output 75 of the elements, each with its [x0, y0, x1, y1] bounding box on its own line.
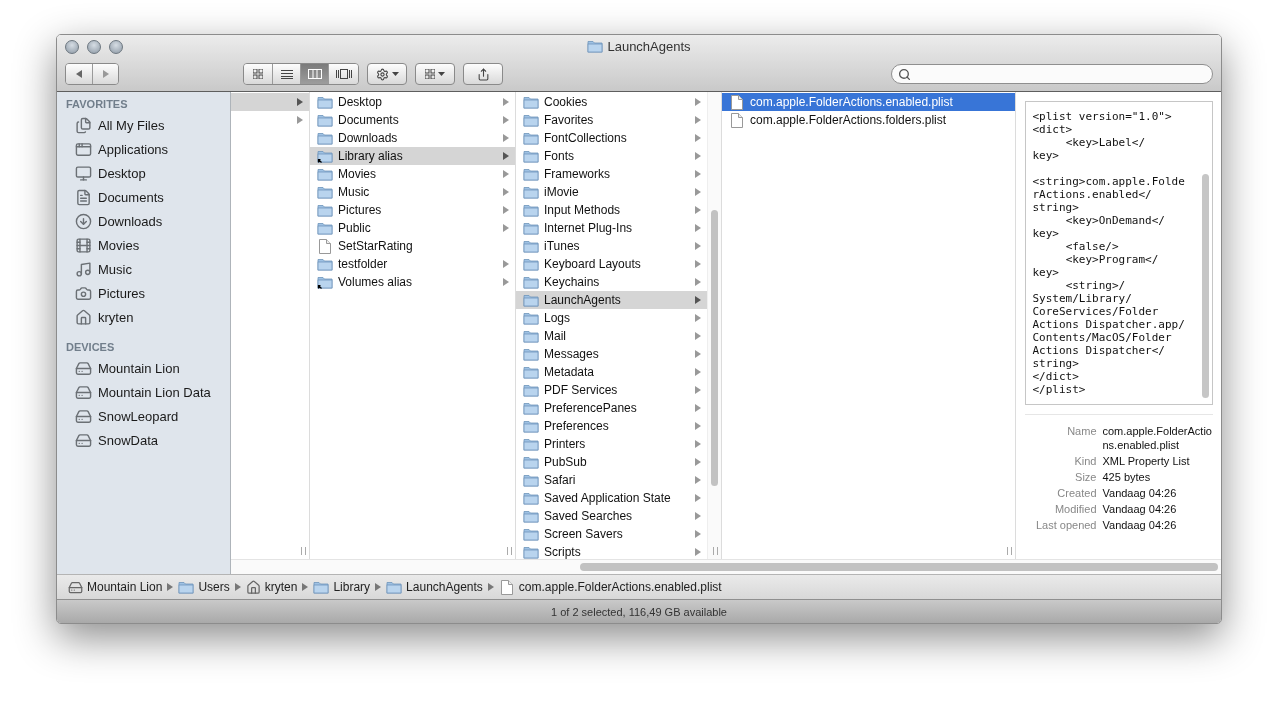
file-row[interactable]: FontCollections [516, 129, 707, 147]
status-text: 1 of 2 selected, 116,49 GB available [551, 605, 727, 618]
file-row[interactable]: com.apple.FolderActions.enabled.plist [722, 93, 1015, 111]
info-label: Kind [1073, 454, 1097, 468]
path-item[interactable]: Library [313, 580, 371, 594]
file-row[interactable]: Printers [516, 435, 707, 453]
file-row[interactable]: Desktop [310, 93, 515, 111]
info-label: Last opened [1034, 518, 1097, 532]
sidebar-item[interactable]: Music [57, 257, 230, 281]
file-row[interactable]: PDF Services [516, 381, 707, 399]
sidebar-item[interactable]: Applications [57, 137, 230, 161]
path-item[interactable]: kryten [245, 579, 298, 595]
sidebar-item[interactable]: Documents [57, 185, 230, 209]
file-row[interactable]: Public [310, 219, 515, 237]
file-row[interactable]: Saved Application State [516, 489, 707, 507]
sidebar-item[interactable]: All My Files [57, 113, 230, 137]
sidebar-item[interactable]: Mountain Lion Data [57, 380, 230, 404]
sidebar-item[interactable]: Pictures [57, 281, 230, 305]
file-row[interactable]: testfolder [310, 255, 515, 273]
info-label: Size [1074, 470, 1097, 484]
info-label: Created [1056, 486, 1097, 500]
file-row[interactable]: iTunes [516, 237, 707, 255]
file-row[interactable]: Safari [516, 471, 707, 489]
sidebar-item[interactable]: SnowData [57, 428, 230, 452]
file-row[interactable]: Mail [516, 327, 707, 345]
file-row[interactable]: SetStarRating [310, 237, 515, 255]
file-row[interactable]: Keyboard Layouts [516, 255, 707, 273]
info-value: XML Property List [1102, 454, 1191, 468]
sidebar-item[interactable]: Desktop [57, 161, 230, 185]
file-row[interactable]: Messages [516, 345, 707, 363]
file-preview-text: <plist version="1.0"> <dict> <key>Label</ key> <string>com.apple.Folde rActions.enabled</ string> <key>OnDemand</ key> <false/> <key>Program</ key> <string>/ System/Library/ CoreServices/Folder Actions Dispatcher.app/ Contents/MacOS/Folder Actions Dispatcher</ string> </dict> </plist> [1031, 109, 1186, 398]
file-row[interactable]: com.apple.FolderActions.folders.plist [722, 111, 1015, 129]
file-row[interactable]: Favorites [516, 111, 707, 129]
file-row[interactable]: Movies [310, 165, 515, 183]
file-row[interactable]: Cookies [516, 93, 707, 111]
file-row[interactable]: Frameworks [516, 165, 707, 183]
path-item[interactable]: Mountain Lion [68, 579, 163, 595]
sidebar-item[interactable]: Mountain Lion [57, 356, 230, 380]
info-label: Modified [1053, 502, 1097, 516]
sidebar-item[interactable]: kryten [57, 305, 230, 329]
file-row[interactable]: Screen Savers [516, 525, 707, 543]
info-value: Vandaag 04:26 [1102, 518, 1178, 532]
file-row[interactable]: Preferences [516, 417, 707, 435]
file-row[interactable]: Downloads [310, 129, 515, 147]
info-value: Vandaag 04:26 [1102, 486, 1178, 500]
file-row[interactable]: PubSub [516, 453, 707, 471]
info-value: 425 bytes [1102, 470, 1152, 484]
file-row[interactable]: Documents [310, 111, 515, 129]
file-row[interactable]: Saved Searches [516, 507, 707, 525]
sidebar-item[interactable]: Downloads [57, 209, 230, 233]
sidebar-item[interactable]: SnowLeopard [57, 404, 230, 428]
file-row[interactable]: iMovie [516, 183, 707, 201]
file-row[interactable]: Input Methods [516, 201, 707, 219]
file-row[interactable]: Pictures [310, 201, 515, 219]
info-label: Name [1066, 424, 1097, 439]
window-title: LaunchAgents [607, 38, 691, 54]
info-value: Vandaag 04:26 [1102, 502, 1178, 516]
file-row[interactable]: Keychains [516, 273, 707, 291]
sidebar-heading: DEVICES [65, 340, 116, 355]
file-row[interactable]: Volumes alias [310, 273, 515, 291]
file-row[interactable]: Music [310, 183, 515, 201]
file-row[interactable]: PreferencePanes [516, 399, 707, 417]
file-row[interactable]: Internet Plug-Ins [516, 219, 707, 237]
file-row[interactable]: LaunchAgents [516, 291, 707, 309]
path-item[interactable]: LaunchAgents [386, 580, 483, 594]
info-value: com.apple.FolderActions.enabled.plist [1102, 424, 1213, 452]
file-row[interactable]: Fonts [516, 147, 707, 165]
path-item[interactable]: com.apple.FolderActions.enabled.plist [498, 579, 722, 595]
file-row[interactable]: Logs [516, 309, 707, 327]
file-row[interactable]: Library alias [310, 147, 515, 165]
sidebar-heading: FAVORITES [65, 97, 129, 112]
file-row[interactable]: Scripts [516, 543, 707, 561]
file-row[interactable]: Metadata [516, 363, 707, 381]
path-item[interactable]: Users [178, 580, 230, 594]
sidebar-item[interactable]: Movies [57, 233, 230, 257]
